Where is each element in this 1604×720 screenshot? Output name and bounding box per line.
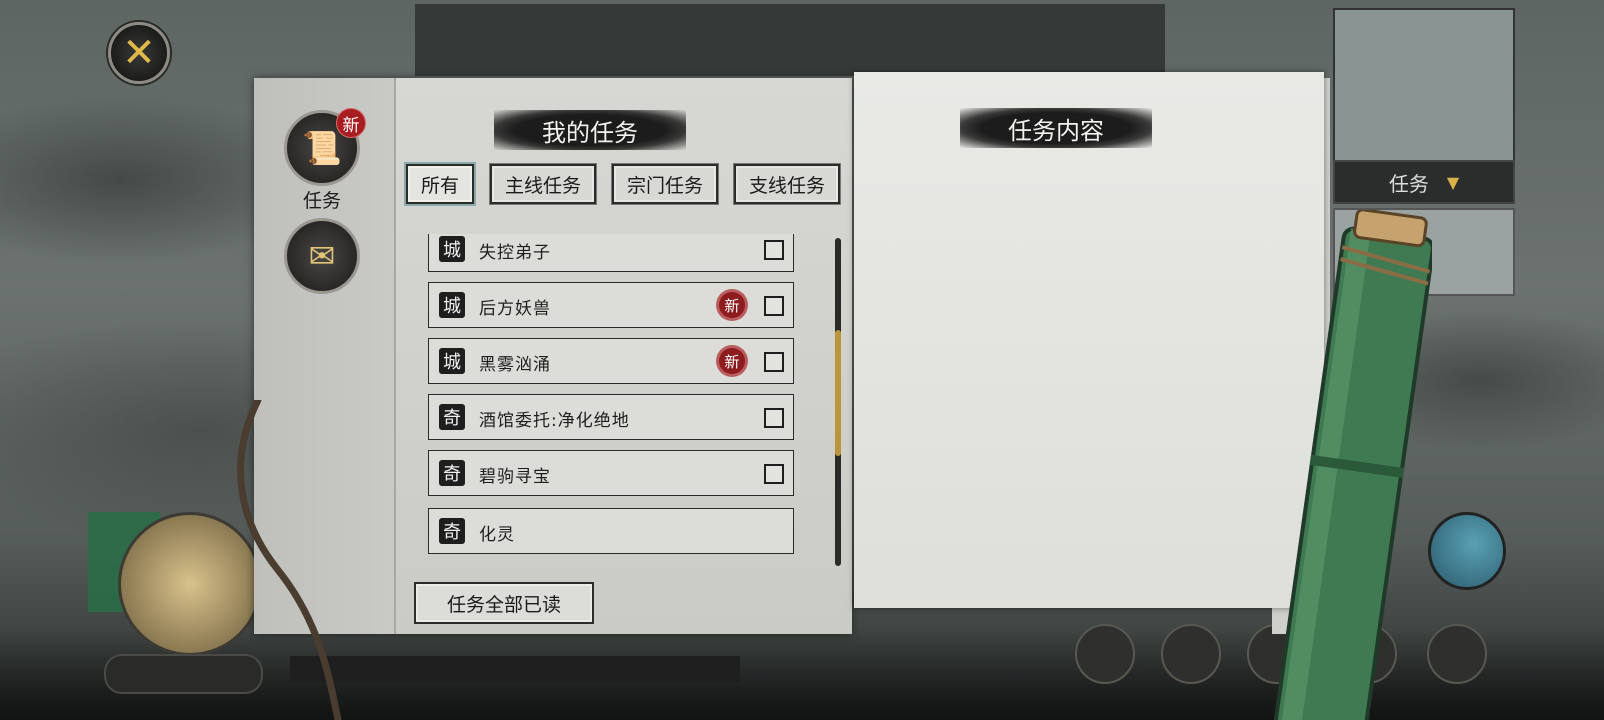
quest-row[interactable]: 奇 酒馆委托:净化绝地 xyxy=(428,394,794,440)
scroll-icon: 📜 xyxy=(302,129,342,167)
my-tasks-title-text: 我的任务 xyxy=(542,118,638,147)
quest-row[interactable]: 奇 化灵 xyxy=(428,508,794,554)
quest-category-badge: 城 xyxy=(439,292,465,318)
tab-main-quests[interactable]: 主线任务 xyxy=(490,164,596,204)
close-button[interactable]: ✕ xyxy=(108,22,170,84)
tab-sect-quests[interactable]: 宗门任务 xyxy=(612,164,718,204)
letter-icon: ✉ xyxy=(308,237,336,275)
quest-list-scroll-thumb[interactable] xyxy=(835,330,841,456)
nav-letters-button[interactable]: ✉ xyxy=(284,218,360,294)
yin-yang-icon xyxy=(1428,512,1506,590)
task-content-title: 任务内容 xyxy=(960,108,1152,148)
mark-all-read-button[interactable]: 任务全部已读 xyxy=(414,582,594,624)
quest-track-checkbox[interactable] xyxy=(764,352,784,372)
bamboo-scroll-decoration xyxy=(1271,210,1432,720)
quest-row[interactable]: 奇 碧驹寻宝 xyxy=(428,450,794,496)
quest-category-badge: 城 xyxy=(439,236,465,262)
quest-category-badge: 奇 xyxy=(439,460,465,486)
quest-name: 后方妖兽 xyxy=(479,299,551,319)
quest-detail-page xyxy=(854,72,1324,608)
quest-new-badge: 新 xyxy=(716,289,748,321)
task-content-title-text: 任务内容 xyxy=(1008,116,1104,145)
quest-category-badge: 奇 xyxy=(439,404,465,430)
tab-main-quests-label: 主线任务 xyxy=(504,174,581,197)
quest-new-badge: 新 xyxy=(716,345,748,377)
quest-track-checkbox[interactable] xyxy=(764,408,784,428)
minimap-task-tab: 任务 ▼ xyxy=(1333,160,1515,204)
quest-track-checkbox[interactable] xyxy=(764,296,784,316)
quest-row[interactable]: 城 失控弟子 xyxy=(428,234,794,272)
tab-sect-quests-label: 宗门任务 xyxy=(626,174,703,197)
dropdown-triangle-icon: ▼ xyxy=(1446,172,1460,192)
background-top-banner xyxy=(415,4,1165,76)
background-status-bars xyxy=(290,656,740,682)
quest-name: 酒馆委托:净化绝地 xyxy=(479,411,630,431)
tab-side-quests-label: 支线任务 xyxy=(748,174,825,197)
quest-name: 化灵 xyxy=(479,525,515,545)
nav-tasks-label: 任务 xyxy=(302,190,341,212)
quest-name: 黑雾汹涌 xyxy=(479,355,551,375)
quest-track-checkbox[interactable] xyxy=(764,464,784,484)
quest-name: 失控弟子 xyxy=(479,243,551,263)
rope-decoration xyxy=(237,400,342,720)
quest-category-badge: 奇 xyxy=(439,518,465,544)
tasks-new-badge: 新 xyxy=(336,108,366,138)
quest-name: 碧驹寻宝 xyxy=(479,467,551,487)
minimap-task-label: 任务 xyxy=(1388,171,1429,196)
close-icon: ✕ xyxy=(122,30,156,76)
minimap xyxy=(1333,8,1515,162)
quest-track-checkbox[interactable] xyxy=(764,240,784,260)
tab-all-label: 所有 xyxy=(420,174,459,197)
quest-list: 城 失控弟子 城 后方妖兽 新 城 黑雾汹涌 新 奇 酒馆委托:净化绝地 奇 碧… xyxy=(428,234,798,570)
tab-all[interactable]: 所有 xyxy=(406,164,474,204)
my-tasks-title: 我的任务 xyxy=(494,110,686,150)
mark-all-read-label: 任务全部已读 xyxy=(446,593,561,616)
quest-row[interactable]: 城 黑雾汹涌 新 xyxy=(428,338,794,384)
tab-side-quests[interactable]: 支线任务 xyxy=(734,164,840,204)
quest-row[interactable]: 城 后方妖兽 新 xyxy=(428,282,794,328)
quest-category-badge: 城 xyxy=(439,348,465,374)
